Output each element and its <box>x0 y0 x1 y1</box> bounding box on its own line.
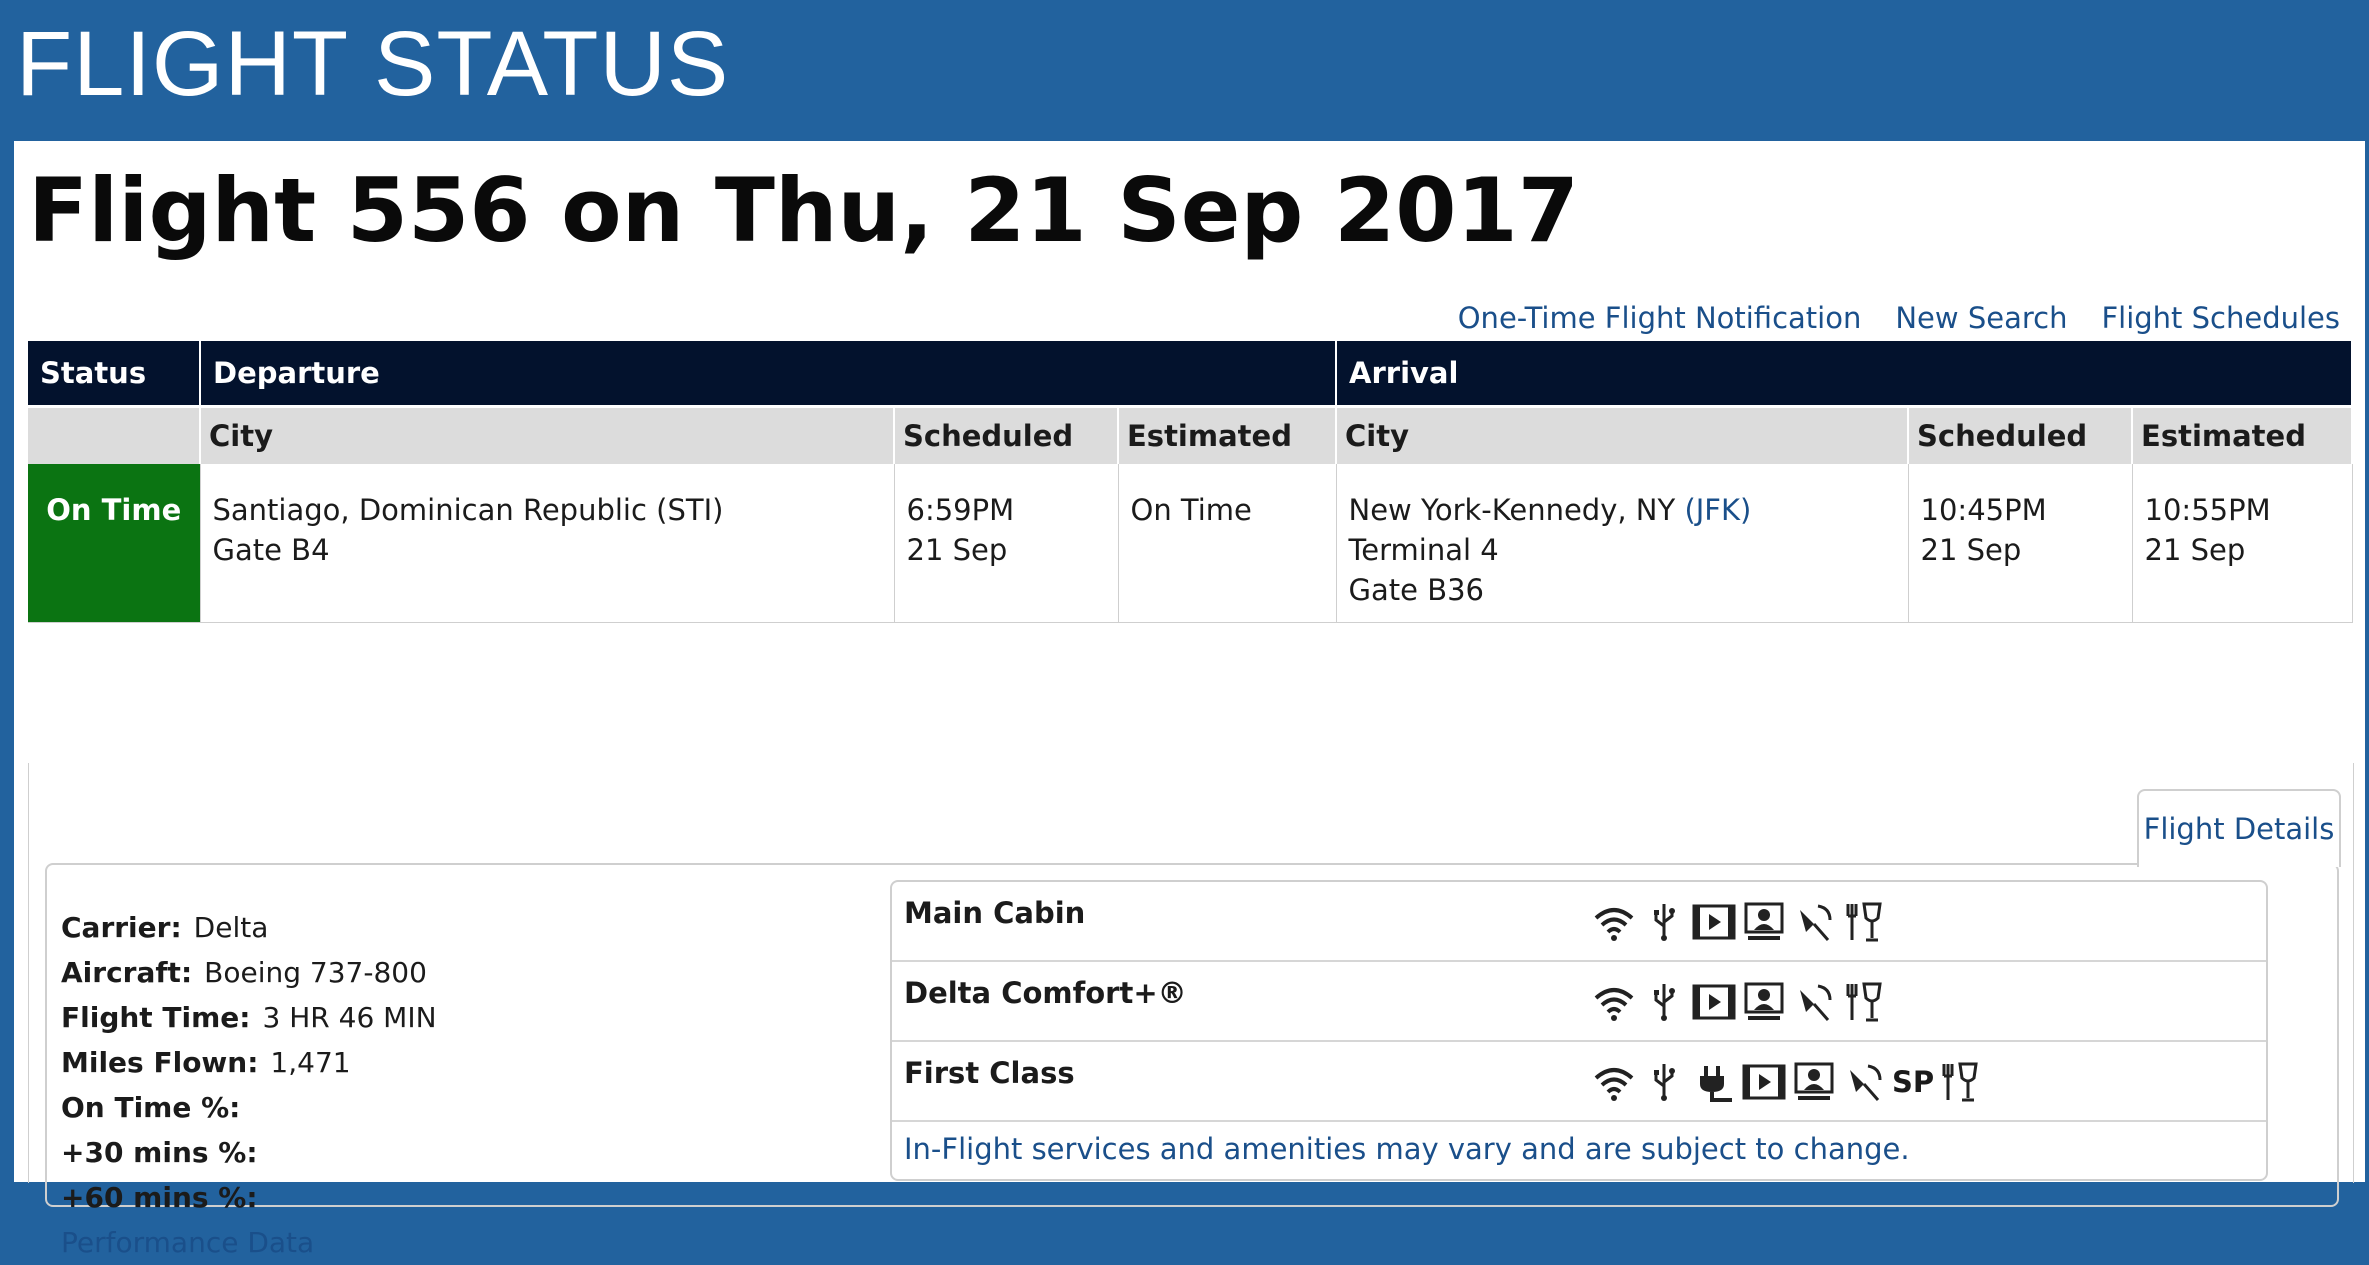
tab-flight-details[interactable]: Flight Details <box>2137 789 2341 867</box>
wifi-icon <box>1592 980 1636 1024</box>
departure-estimated-cell: On Time <box>1118 464 1337 623</box>
amenities-disclaimer: In-Flight services and amenities may var… <box>904 1132 1910 1166</box>
flight-status-table: Status Departure Arrival City Scheduled … <box>28 341 2354 623</box>
amenity-icons: SP <box>1592 1060 1982 1104</box>
power-icon <box>1692 1060 1736 1104</box>
departure-city-cell: Santiago, Dominican Republic (STI) Gate … <box>200 464 895 623</box>
departure-city: Santiago, Dominican Republic (STI) <box>212 493 724 527</box>
wifi-icon <box>1592 900 1636 944</box>
aircraft-label: Aircraft: <box>61 956 193 989</box>
banner-title: FLIGHT STATUS <box>16 13 730 115</box>
dining-icon <box>1842 980 1886 1024</box>
usb-icon <box>1642 980 1686 1024</box>
sp-icon: SP <box>1892 1065 1935 1099</box>
personal-device-icon <box>1742 900 1786 944</box>
table-row: On Time Santiago, Dominican Republic (ST… <box>28 464 2353 623</box>
flight-schedules-link[interactable]: Flight Schedules <box>2101 301 2340 335</box>
carrier-value: Delta <box>193 911 269 944</box>
amenity-icons <box>1592 980 1886 1024</box>
arrival-city-cell: New York-Kennedy, NY (JFK) Terminal 4 Ga… <box>1336 464 1909 623</box>
arrival-estimated-cell: 10:55PM 21 Sep <box>2132 464 2353 623</box>
cabin-amenities: Main Cabin Delta Comfort+® First Class S… <box>890 880 2268 1181</box>
cabin-name: Main Cabin <box>904 896 1086 930</box>
usb-icon <box>1642 900 1686 944</box>
arr-estimated-header: Estimated <box>2132 405 2354 464</box>
flight-time-label: Flight Time: <box>61 1001 251 1034</box>
arrival-estimated-date: 21 Sep <box>2144 533 2246 567</box>
arrival-scheduled-time: 10:45PM <box>1920 493 2047 527</box>
cabin-name: Delta Comfort+® <box>904 976 1187 1010</box>
arr-scheduled-header: Scheduled <box>1908 405 2134 464</box>
arr-city-header: City <box>1336 405 1910 464</box>
departure-scheduled-date: 21 Sep <box>906 533 1008 567</box>
satellite-icon <box>1792 900 1836 944</box>
amenity-icons <box>1592 900 1886 944</box>
satellite-icon <box>1842 1060 1886 1104</box>
arrival-estimated-time: 10:55PM <box>2144 493 2271 527</box>
arrival-gate: Gate B36 <box>1348 573 1484 607</box>
arrival-city-line: New York-Kennedy, NY (JFK) <box>1349 490 1896 530</box>
top-banner: FLIGHT STATUS <box>0 0 2369 141</box>
video-icon <box>1692 980 1736 1024</box>
plus30-pct-label: +30 mins %: <box>61 1136 258 1169</box>
performance-data-link[interactable]: Performance Data <box>61 1226 314 1259</box>
dep-estimated-header: Estimated <box>1118 405 1338 464</box>
dining-icon <box>1842 900 1886 944</box>
cabin-name: First Class <box>904 1056 1075 1090</box>
status-badge: On Time <box>28 464 201 623</box>
arrival-header: Arrival <box>1336 341 2354 407</box>
departure-scheduled-time: 6:59PM <box>906 493 1015 527</box>
notification-link[interactable]: One-Time Flight Notification <box>1458 301 1862 335</box>
flight-details-box: Carrier: Delta Aircraft: Boeing 737-800 Fl… <box>45 863 2339 1259</box>
cabin-row: First Class SP <box>892 1042 2266 1122</box>
main-panel: Flight 556 on Thu, 21 Sep 2017 One-Time … <box>14 141 2365 1259</box>
arrival-airport-code-link[interactable]: (JFK) <box>1684 493 1751 527</box>
departure-header: Departure <box>200 341 1338 407</box>
departure-gate: Gate B4 <box>212 533 330 567</box>
new-search-link[interactable]: New Search <box>1895 301 2067 335</box>
arrival-terminal: Terminal 4 <box>1348 533 1499 567</box>
personal-device-icon <box>1742 980 1786 1024</box>
arrival-scheduled-cell: 10:45PM 21 Sep <box>1908 464 2133 623</box>
departure-scheduled-cell: 6:59PM 21 Sep <box>894 464 1119 623</box>
aircraft-value: Boeing 737-800 <box>204 956 427 989</box>
usb-icon <box>1642 1060 1686 1104</box>
ontime-pct-label: On Time %: <box>61 1091 241 1124</box>
top-links: One-Time Flight Notification New Search … <box>1458 301 2340 335</box>
arrival-city: New York-Kennedy, NY <box>1348 493 1676 527</box>
miles-label: Miles Flown: <box>61 1046 259 1079</box>
carrier-label: Carrier: <box>61 911 182 944</box>
arrival-scheduled-date: 21 Sep <box>1920 533 2022 567</box>
satellite-icon <box>1792 980 1836 1024</box>
plus60-pct-label: +60 mins %: <box>61 1181 258 1214</box>
status-header: Status <box>28 341 201 407</box>
personal-device-icon <box>1792 1060 1836 1104</box>
flight-details-section: Flight Details Carrier: Delta Aircraft: Bo… <box>28 763 2354 1259</box>
page-title: Flight 556 on Thu, 21 Sep 2017 <box>28 159 1579 262</box>
miles-value: 1,471 <box>270 1046 351 1079</box>
wifi-icon <box>1592 1060 1636 1104</box>
blank-subheader <box>28 405 201 464</box>
cabin-row: Main Cabin <box>892 882 2266 962</box>
dep-city-header: City <box>200 405 895 464</box>
dining-icon <box>1938 1060 1982 1104</box>
video-icon <box>1692 900 1736 944</box>
video-icon <box>1742 1060 1786 1104</box>
flight-time-value: 3 HR 46 MIN <box>262 1001 437 1034</box>
cabin-row: Delta Comfort+® <box>892 962 2266 1042</box>
flight-info: Carrier: Delta Aircraft: Boeing 737-800 Fl… <box>61 905 437 1265</box>
dep-scheduled-header: Scheduled <box>894 405 1119 464</box>
departure-estimated: On Time <box>1130 493 1252 527</box>
